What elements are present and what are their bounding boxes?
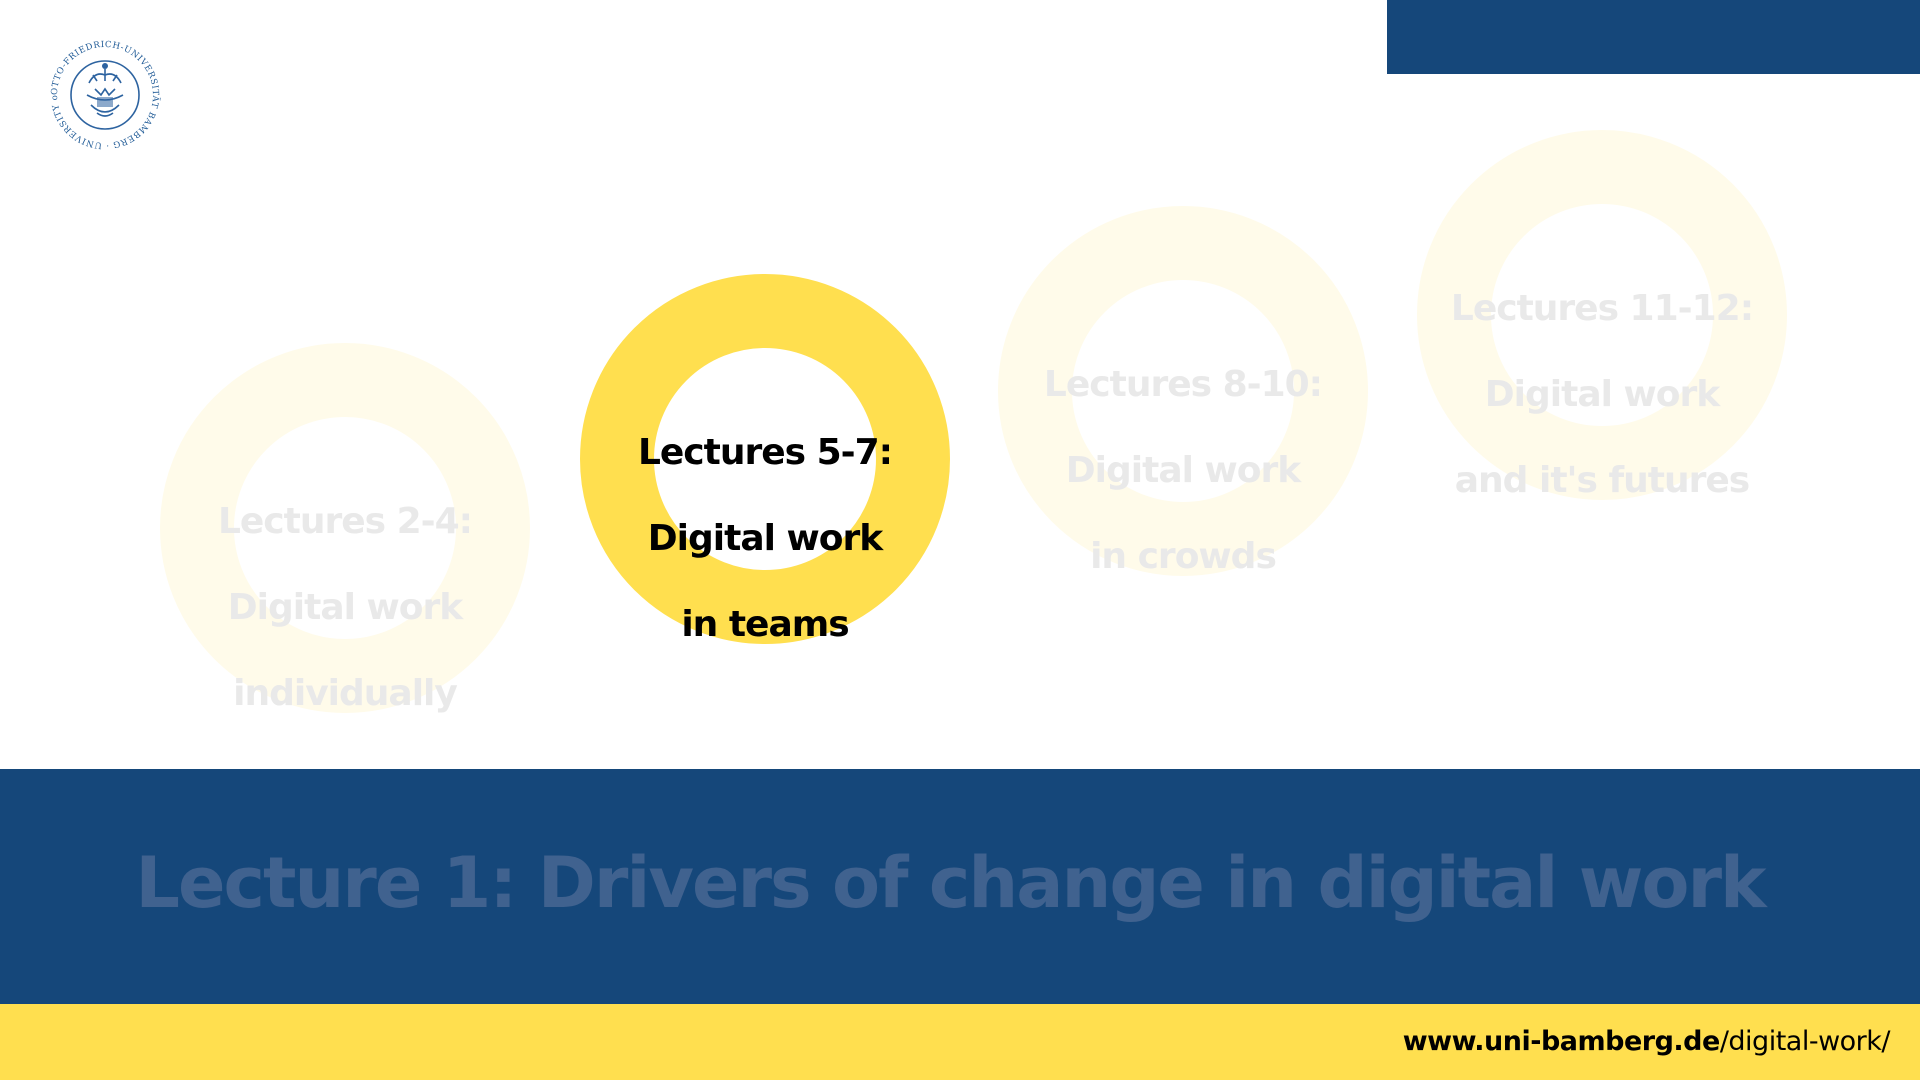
top-accent-bar <box>1387 0 1920 74</box>
lecture-ring-label-futures: Lectures 11-12: Digital work and it's fu… <box>1417 244 1787 545</box>
lecture-title: Lecture 1: Drivers of change in digital … <box>135 842 1766 924</box>
ring-label-line: in crowds <box>1090 536 1277 577</box>
university-seal-icon: OTTO-FRIEDRICH-UNIVERSITÄT BAMBERG · UNI… <box>45 35 162 151</box>
ring-label-line: Digital work <box>647 518 883 559</box>
ring-label-line: Lectures 2-4: <box>217 501 473 542</box>
footer-url-path: /digital-work/ <box>1719 1026 1891 1057</box>
ring-label-line: in teams <box>681 604 849 645</box>
lecture-ring-label-teams: Lectures 5-7: Digital work in teams <box>580 388 950 689</box>
ring-label-line: Digital work <box>1065 450 1301 491</box>
ring-label-line: Lectures 8-10: <box>1043 364 1323 405</box>
ring-label-line: Lectures 11-12: <box>1450 288 1754 329</box>
ring-label-line: and it's futures <box>1454 460 1750 501</box>
lecture-ring-label-individually: Lectures 2-4: Digital work individually <box>160 457 530 758</box>
ring-label-line: Lectures 5-7: <box>637 432 893 473</box>
footer-url[interactable]: www.uni-bamberg.de/digital-work/ <box>1402 1024 1891 1060</box>
ring-label-line: individually <box>233 673 458 714</box>
ring-label-line: Digital work <box>1484 374 1720 415</box>
ring-label-line: Digital work <box>227 587 463 628</box>
slide: OTTO-FRIEDRICH-UNIVERSITÄT BAMBERG · UNI… <box>0 0 1920 1080</box>
lecture-ring-label-crowds: Lectures 8-10: Digital work in crowds <box>998 320 1368 621</box>
footer-url-domain: www.uni-bamberg.de <box>1402 1026 1721 1057</box>
